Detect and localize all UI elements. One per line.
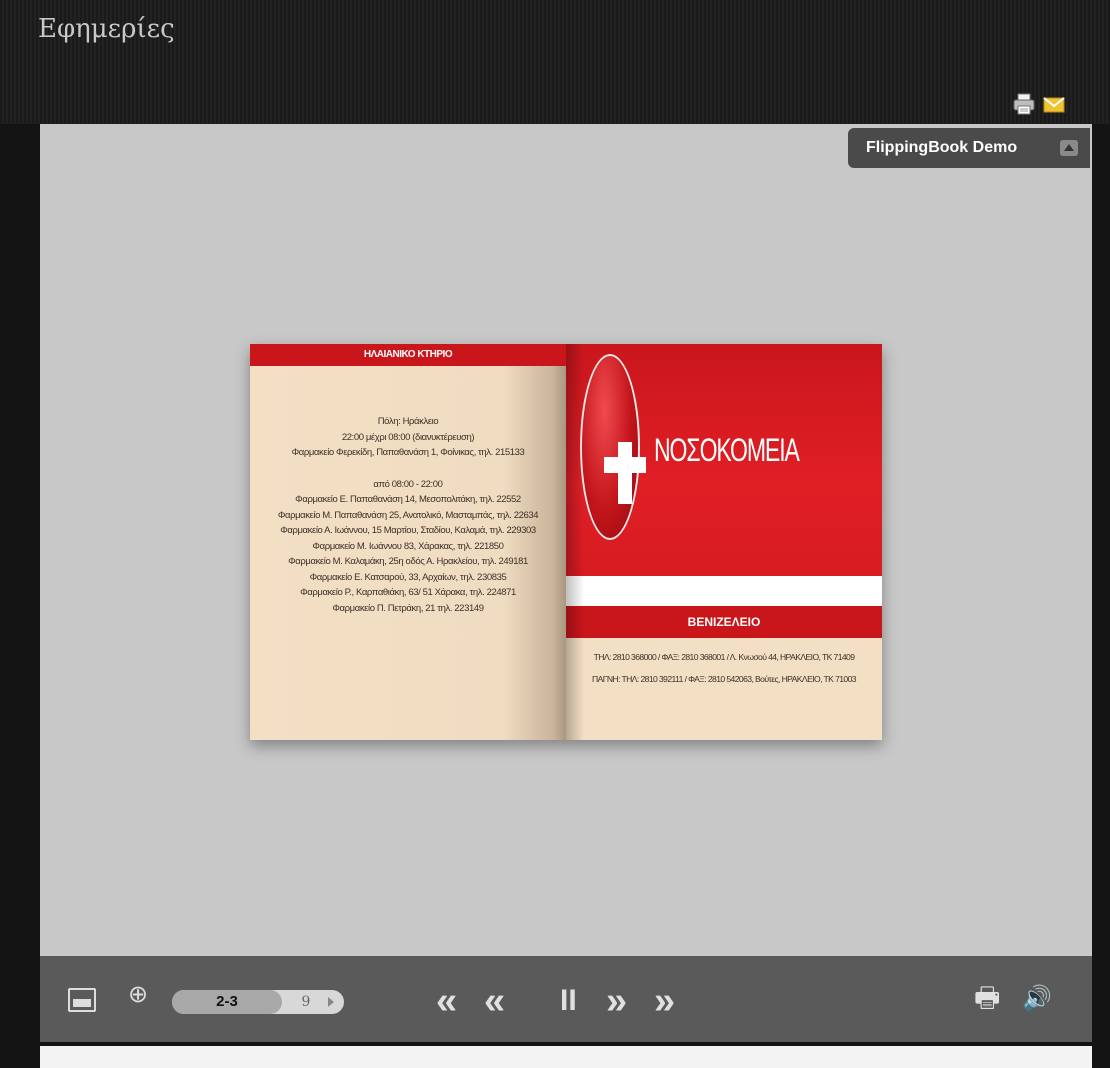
page-go-arrow-icon[interactable] (328, 997, 334, 1007)
flipbook-toolbar: ⊕ 2-3 9 « « II » » 🖶 🔊 (40, 956, 1092, 1042)
text-line: ΤΗΛ: 2810 368000 / ΦΑΞ: 2810 368001 / Λ.… (593, 652, 855, 662)
book-spread[interactable]: ΗΛΑΙΑΝΙΚΟ ΚΤΗΡΙΟ Πόλη: Ηράκλειο 22:00 μέ… (250, 344, 882, 740)
header-actions (1012, 92, 1066, 116)
text-line: Φαρμακείο Φερεκίδη, Παπαθανάση 1, Φοίνικ… (291, 447, 525, 458)
text-line: Πόλη: Ηράκλειο (377, 416, 439, 427)
demo-tab-label: FlippingBook Demo (866, 139, 1018, 156)
page-gutter-shadow (566, 344, 584, 740)
print-pages-icon[interactable]: 🖶 (974, 984, 1004, 1012)
text-line: 22:00 μέχρι 08:00 (διανυκτέρευση) (341, 431, 475, 443)
book-left-page[interactable]: ΗΛΑΙΑΝΙΚΟ ΚΤΗΡΙΟ Πόλη: Ηράκλειο 22:00 μέ… (250, 344, 566, 740)
text-gap (268, 461, 548, 477)
cover-red-area: ΝΟΣΟΚΟΜΕΙΑ (566, 344, 882, 576)
left-page-text: Πόλη: Ηράκλειο 22:00 μέχρι 08:00 (διανυκ… (268, 414, 548, 616)
total-pages: 9 (301, 994, 311, 1010)
previous-page-button[interactable]: « (484, 982, 505, 1020)
hospital-contact-lines: ΤΗΛ: 2810 368000 / ΦΑΞ: 2810 368001 / Λ.… (572, 646, 876, 690)
page-title: Εφημερίες (38, 14, 175, 44)
text-line: ΠΑΓΝΗ: ΤΗΛ: 2810 392111 / ΦΑΞ: 2810 5420… (592, 674, 857, 684)
collapse-icon[interactable] (1060, 140, 1078, 156)
text-line: Φαρμακείο Μ. Καλαμάκη, 25η οδός Α. Ηρακλ… (288, 556, 528, 567)
medical-cross-icon (580, 354, 646, 540)
current-page-indicator[interactable]: 2-3 (172, 990, 282, 1014)
first-page-button[interactable]: « (436, 982, 457, 1020)
left-page-header-band: ΗΛΑΙΑΝΙΚΟ ΚΤΗΡΙΟ (250, 344, 566, 366)
page-navigator[interactable]: 2-3 9 (172, 990, 344, 1014)
text-line: Φαρμακείο Ε. Κατσαρού, 33, Αρχαίων, τηλ.… (309, 571, 507, 583)
hospitals-title: ΝΟΣΟΚΟΜΕΙΑ (654, 432, 800, 468)
flippingbook-demo-tab[interactable]: FlippingBook Demo (848, 128, 1090, 168)
bottom-strip (40, 1046, 1092, 1068)
next-page-button[interactable]: » (606, 982, 627, 1020)
print-icon[interactable] (1012, 92, 1036, 116)
zoom-in-icon[interactable]: ⊕ (128, 982, 154, 1008)
page-header: Εφημερίες (0, 0, 1110, 124)
sound-toggle-icon[interactable]: 🔊 (1022, 986, 1054, 1012)
text-line: Φαρμακείο Α. Ιωάννου, 15 Μαρτίου, Σταδίο… (280, 525, 536, 536)
text-line: Φαρμακείο Μ. Ιωάννου 83, Χάρακας, τηλ. 2… (312, 540, 504, 552)
text-line: Φαρμακείο Π. Πετράκη, 21 τηλ. 223149 (332, 602, 484, 614)
fullscreen-icon[interactable] (68, 988, 96, 1012)
white-band (566, 576, 882, 606)
last-page-button[interactable]: » (654, 982, 675, 1020)
hospital-name-band: ΒΕΝΙΖΕΛΕΙΟ (566, 606, 882, 638)
text-line: Φαρμακείο Ρ., Καρπαθιάκη, 63/ 51 Χάρακα,… (300, 587, 516, 598)
text-line: από 08:00 - 22:00 (373, 478, 443, 490)
text-line: Φαρμακείο Ε. Παπαθανάση 14, Μεσοπολιτάκη… (295, 494, 521, 505)
text-line: Φαρμακείο Μ. Παπαθανάση 25, Ανατολικό, Μ… (277, 509, 539, 521)
email-icon[interactable] (1042, 92, 1066, 116)
pause-autoflip-button[interactable]: II (560, 984, 577, 1018)
flipbook-viewer: FlippingBook Demo ΗΛΑΙΑΝΙΚΟ ΚΤΗΡΙΟ Πόλη:… (40, 124, 1092, 956)
book-right-page[interactable]: ΝΟΣΟΚΟΜΕΙΑ ΒΕΝΙΖΕΛΕΙΟ ΤΗΛ: 2810 368000 /… (566, 344, 882, 740)
